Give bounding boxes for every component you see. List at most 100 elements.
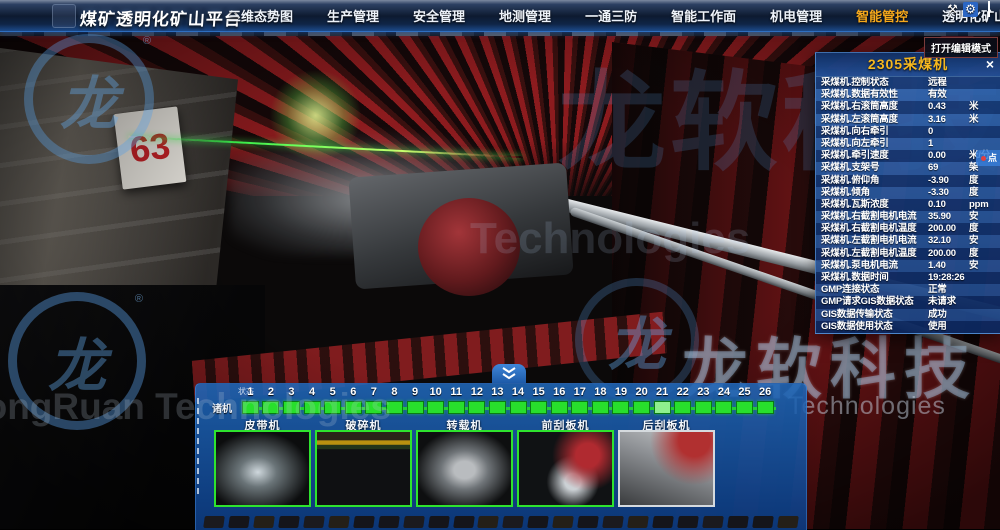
nav-item[interactable]: 安全管理 — [413, 6, 465, 25]
support-segment[interactable]: 9 — [405, 386, 426, 414]
segment-status-block — [551, 401, 568, 414]
filmstrip-thumb[interactable] — [203, 516, 225, 528]
nav-item[interactable]: 机电管理 — [770, 6, 822, 25]
filmstrip-thumb[interactable] — [328, 516, 350, 528]
filmstrip-thumb[interactable] — [253, 516, 275, 528]
collapse-panel-button[interactable] — [492, 364, 526, 383]
tools-icon[interactable]: ⚒ — [945, 2, 960, 17]
filmstrip-thumb[interactable] — [602, 516, 624, 528]
nav-item[interactable]: 一通三防 — [585, 6, 637, 25]
filmstrip-thumb[interactable] — [303, 516, 325, 528]
support-segment[interactable]: 2 — [261, 386, 282, 414]
filmstrip-thumb[interactable] — [777, 516, 799, 528]
segment-status-block — [571, 401, 588, 414]
nav-item[interactable]: 地测管理 — [499, 6, 551, 25]
nav-item[interactable]: 三维态势图 — [228, 6, 293, 25]
segment-status-block — [674, 401, 691, 414]
support-segment[interactable]: 3 — [281, 386, 302, 414]
support-segment[interactable]: 10 — [425, 386, 446, 414]
support-segment[interactable]: 22 — [672, 386, 693, 414]
segment-status-block — [592, 401, 609, 414]
segment-status-block — [530, 401, 547, 414]
nav-item[interactable]: 智能管控 — [856, 6, 908, 25]
filmstrip-thumb[interactable] — [727, 516, 749, 528]
segment-row: 1234567891011121314151617181920212223242… — [240, 386, 775, 414]
support-segment[interactable]: 17 — [570, 386, 591, 414]
pick-point-badge[interactable]: 点 — [976, 150, 1000, 166]
measure-dash-line — [197, 398, 199, 494]
camera-thumb-3[interactable] — [416, 430, 513, 507]
segment-status-block — [262, 401, 279, 414]
support-segment[interactable]: 18 — [590, 386, 611, 414]
segment-status-block — [448, 401, 465, 414]
support-segment[interactable]: 15 — [528, 386, 549, 414]
filmstrip-thumb[interactable] — [228, 516, 250, 528]
restore-window-icon[interactable] — [981, 2, 996, 17]
segment-status-block — [386, 401, 403, 414]
camera-thumb-5[interactable] — [618, 430, 715, 507]
segment-status-block — [510, 401, 527, 414]
filmstrip-thumb[interactable] — [278, 516, 300, 528]
support-segment[interactable]: 25 — [734, 386, 755, 414]
filmstrip-thumb[interactable] — [702, 516, 724, 528]
support-segment[interactable]: 23 — [693, 386, 714, 414]
support-segment[interactable]: 8 — [384, 386, 405, 414]
support-segment[interactable]: 11 — [446, 386, 467, 414]
panel-row: GMP连接状态正常 — [816, 284, 1000, 296]
segment-status-block — [304, 401, 321, 414]
filmstrip-thumb[interactable] — [478, 516, 500, 528]
app-logo — [52, 4, 76, 28]
support-segment[interactable]: 7 — [364, 386, 385, 414]
nav-item[interactable]: 智能工作面 — [671, 6, 736, 25]
open-edit-mode-button[interactable]: 打开编辑模式 — [924, 37, 998, 58]
support-segment[interactable]: 12 — [467, 386, 488, 414]
support-segment[interactable]: 21 — [652, 386, 673, 414]
segment-status-block — [283, 401, 300, 414]
support-segment[interactable]: 6 — [343, 386, 364, 414]
filmstrip-thumb[interactable] — [378, 516, 400, 528]
segment-status-block — [489, 401, 506, 414]
filmstrip-thumb[interactable] — [577, 516, 599, 528]
filmstrip-thumb[interactable] — [752, 516, 774, 528]
segment-status-block — [242, 401, 259, 414]
segment-status-block — [468, 401, 485, 414]
camera-thumb-4[interactable] — [517, 430, 614, 507]
segment-status-block — [633, 401, 650, 414]
panel-row: 采煤机.支架号69架 — [816, 162, 1000, 174]
camera-thumb-2[interactable] — [315, 430, 412, 507]
filmstrip-thumb[interactable] — [503, 516, 525, 528]
filmstrip-thumb[interactable] — [677, 516, 699, 528]
segment-status-block — [695, 401, 712, 414]
support-segment[interactable]: 20 — [631, 386, 652, 414]
support-segment[interactable]: 24 — [714, 386, 735, 414]
filmstrip-thumb[interactable] — [553, 516, 575, 528]
support-segment[interactable]: 1 — [240, 386, 261, 414]
gear-icon[interactable]: ⚙ — [963, 2, 978, 17]
filmstrip-thumb[interactable] — [627, 516, 649, 528]
segment-status-block — [324, 401, 341, 414]
support-segment[interactable]: 26 — [755, 386, 776, 414]
filmstrip-thumb[interactable] — [453, 516, 475, 528]
filmstrip-thumb[interactable] — [403, 516, 425, 528]
segment-row-label: 诸机 — [212, 400, 232, 415]
panel-row: 采煤机.控制状态远程 — [816, 77, 1000, 89]
filmstrip-thumb[interactable] — [353, 516, 375, 528]
support-segment[interactable]: 5 — [322, 386, 343, 414]
panel-row: 采煤机.俯仰角-3.90度 — [816, 175, 1000, 187]
support-segment[interactable]: 19 — [611, 386, 632, 414]
segment-status-block — [407, 401, 424, 414]
segment-status-block — [736, 401, 753, 414]
support-segment[interactable]: 4 — [302, 386, 323, 414]
support-segment[interactable]: 14 — [508, 386, 529, 414]
filmstrip-thumb[interactable] — [652, 516, 674, 528]
support-segment[interactable]: 16 — [549, 386, 570, 414]
panel-row: GIS数据传输状态成功 — [816, 309, 1000, 321]
support-segment[interactable]: 13 — [487, 386, 508, 414]
filmstrip-thumb[interactable] — [528, 516, 550, 528]
camera-thumb-1[interactable] — [214, 430, 311, 507]
double-chevron-down-icon — [501, 367, 517, 380]
panel-row: 采煤机.牵引速度0.00米/分 — [816, 150, 1000, 162]
segment-status-block — [345, 401, 362, 414]
nav-item[interactable]: 生产管理 — [327, 6, 379, 25]
filmstrip-thumb[interactable] — [428, 516, 450, 528]
